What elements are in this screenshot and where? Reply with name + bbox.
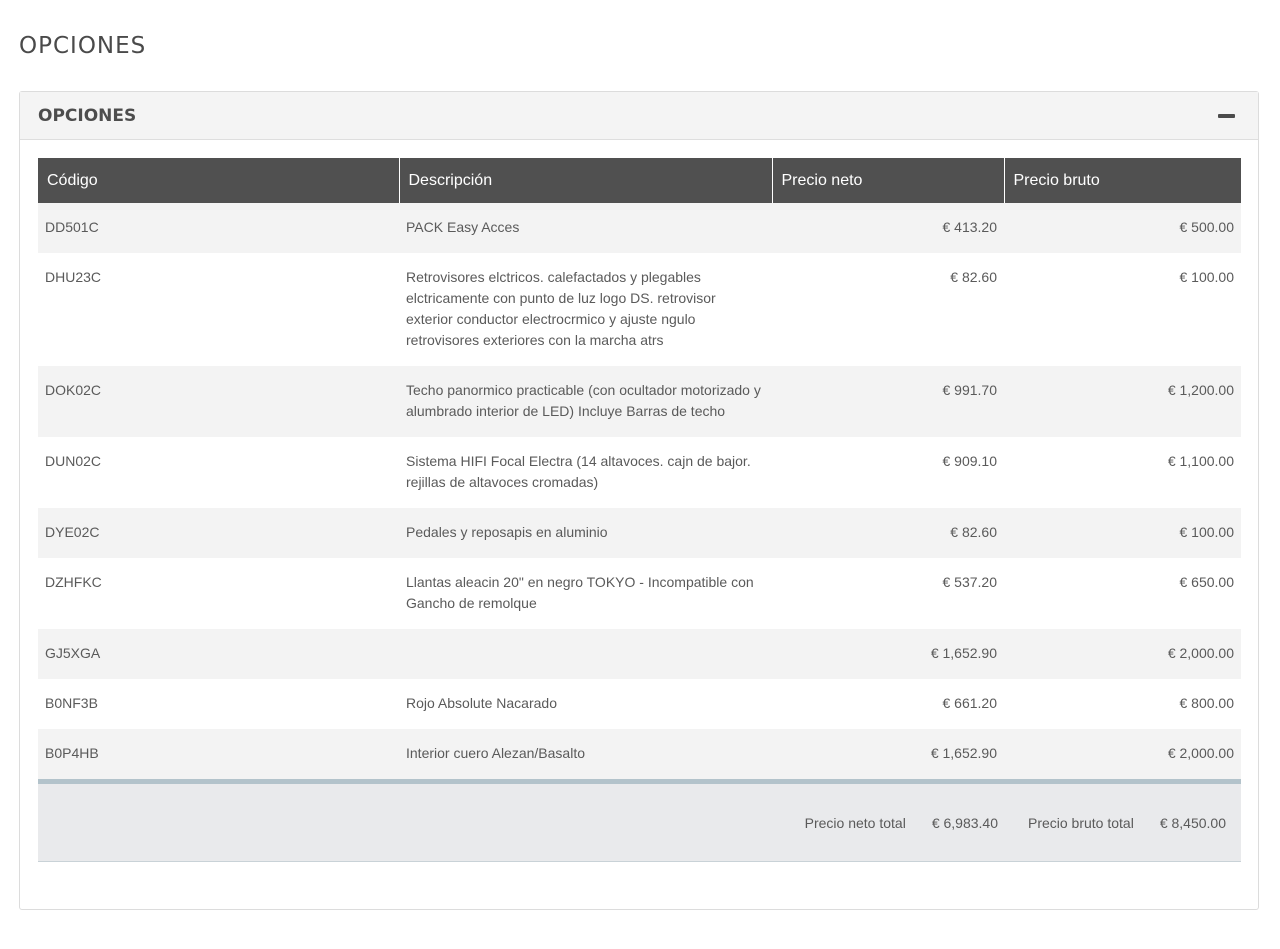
cell-code: DZHFKC: [38, 558, 399, 629]
cell-description: Interior cuero Alezan/Basalto: [399, 729, 772, 782]
cell-net-price: € 82.60: [772, 253, 1004, 366]
header-net-price: Precio neto: [772, 158, 1005, 203]
cell-net-price: € 82.60: [772, 508, 1004, 558]
cell-net-price: € 661.20: [772, 679, 1004, 729]
cell-net-price: € 537.20: [772, 558, 1004, 629]
cell-gross-price: € 650.00: [1004, 558, 1241, 629]
cell-description: Sistema HIFI Focal Electra (14 altavoces…: [399, 437, 772, 508]
cell-description: [399, 629, 772, 679]
table-row: B0P4HB Interior cuero Alezan/Basalto € 1…: [38, 729, 1241, 782]
collapse-button[interactable]: [1216, 107, 1236, 125]
table-row: DUN02C Sistema HIFI Focal Electra (14 al…: [38, 437, 1241, 508]
cell-code: DD501C: [38, 203, 399, 253]
net-total-label: Precio neto total: [804, 814, 906, 831]
cell-description: Rojo Absolute Nacarado: [399, 679, 772, 729]
cell-gross-price: € 1,100.00: [1004, 437, 1241, 508]
totals-row: Precio neto total € 6,983.40 Precio bruto …: [38, 779, 1241, 862]
table-header-row: Código Descripción Precio neto Precio br…: [38, 158, 1241, 203]
cell-code: B0NF3B: [38, 679, 399, 729]
cell-code: DOK02C: [38, 366, 399, 437]
table-row: GJ5XGA € 1,652.90 € 2,000.00: [38, 629, 1241, 679]
cell-gross-price: € 800.00: [1004, 679, 1241, 729]
cell-gross-price: € 2,000.00: [1004, 629, 1241, 679]
cell-gross-price: € 2,000.00: [1004, 729, 1241, 782]
cell-net-price: € 413.20: [772, 203, 1004, 253]
gross-total-value: € 8,450.00: [1159, 814, 1226, 831]
cell-gross-price: € 100.00: [1004, 253, 1241, 366]
header-gross-price: Precio bruto: [1004, 158, 1241, 203]
cell-gross-price: € 1,200.00: [1004, 366, 1241, 437]
table-row: DYE02C Pedales y reposapis en aluminio €…: [38, 508, 1241, 558]
table-row: DOK02C Techo panormico practicable (con …: [38, 366, 1241, 437]
minus-icon: [1218, 114, 1235, 118]
header-code: Código: [38, 158, 400, 203]
cell-description: Llantas aleacin 20" en negro TOKYO - Inc…: [399, 558, 772, 629]
table-row: B0NF3B Rojo Absolute Nacarado € 661.20 €…: [38, 679, 1241, 729]
cell-code: DHU23C: [38, 253, 399, 366]
cell-code: B0P4HB: [38, 729, 399, 782]
header-description: Descripción: [399, 158, 773, 203]
net-total-value: € 6,983.40: [931, 814, 998, 831]
page-title: OPCIONES: [19, 33, 147, 59]
cell-description: PACK Easy Acces: [399, 203, 772, 253]
totals-cell: Precio neto total € 6,983.40 Precio bruto …: [38, 779, 1241, 862]
cell-gross-price: € 500.00: [1004, 203, 1241, 253]
cell-net-price: € 1,652.90: [772, 629, 1004, 679]
table-row: DHU23C Retrovisores elctricos. calefacta…: [38, 253, 1241, 366]
cell-code: DYE02C: [38, 508, 399, 558]
cell-net-price: € 1,652.90: [772, 729, 1004, 782]
cell-description: Techo panormico practicable (con ocultad…: [399, 366, 772, 437]
cell-code: GJ5XGA: [38, 629, 399, 679]
cell-description: Pedales y reposapis en aluminio: [399, 508, 772, 558]
cell-net-price: € 909.10: [772, 437, 1004, 508]
cell-gross-price: € 100.00: [1004, 508, 1241, 558]
panel-title: OPCIONES: [38, 106, 137, 126]
gross-total-label: Precio bruto total: [1027, 814, 1134, 831]
options-panel: OPCIONES Código Descripción Precio neto …: [19, 91, 1259, 910]
panel-header: OPCIONES: [20, 92, 1258, 140]
cell-description: Retrovisores elctricos. calefactados y p…: [399, 253, 772, 366]
options-table: Código Descripción Precio neto Precio br…: [38, 158, 1241, 862]
table-row: DZHFKC Llantas aleacin 20" en negro TOKY…: [38, 558, 1241, 629]
cell-code: DUN02C: [38, 437, 399, 508]
table-row: DD501C PACK Easy Acces € 413.20 € 500.00: [38, 203, 1241, 253]
cell-net-price: € 991.70: [772, 366, 1004, 437]
